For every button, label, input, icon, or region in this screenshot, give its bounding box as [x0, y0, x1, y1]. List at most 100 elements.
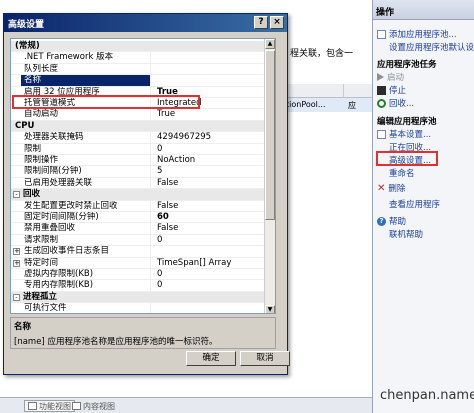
recycle-link[interactable]: 回收... [377, 97, 414, 109]
ok-button[interactable]: 确定 [186, 351, 236, 366]
property-row-name[interactable]: 名称 [11, 75, 275, 87]
property-row-disable-config[interactable]: 发生配置更改时禁止回收 False [11, 200, 275, 212]
background-row-text: tionPool... [286, 100, 326, 109]
property-value: 0 [157, 269, 163, 279]
view-apps-link[interactable]: 查看应用程序 [377, 198, 440, 210]
expand-icon[interactable]: + [13, 259, 20, 267]
property-value: 5 [157, 166, 163, 177]
content-view-button[interactable]: 内容视图 [72, 400, 115, 412]
property-row-request-limit[interactable]: 请求限制 0 [11, 234, 275, 247]
property-value: 60 [157, 212, 169, 222]
property-name: .NET Framework 版本 [21, 52, 151, 64]
cancel-button[interactable]: 取消 [240, 351, 290, 366]
dialog-help-button[interactable]: ? [254, 16, 268, 29]
scroll-up-icon[interactable]: ▲ [265, 39, 275, 49]
start-label: 启动 [387, 73, 405, 83]
property-name: 名称 [21, 75, 151, 87]
start-link[interactable]: 启动 [377, 71, 404, 83]
basic-settings-icon [377, 129, 386, 139]
category-process-label: 进程孤立 [23, 291, 58, 302]
property-value: False [157, 177, 179, 188]
category-recycle-label: 回收 [23, 189, 41, 200]
property-name: 限制 [21, 143, 151, 155]
advanced-settings-highlight [376, 151, 438, 166]
description-title: 名称 [14, 322, 32, 332]
dialog-titlebar: 高级设置 ? × [4, 14, 287, 32]
background-row-cell: 应 [348, 101, 356, 110]
property-value [153, 303, 275, 313]
start-icon [377, 73, 384, 81]
property-row-disable-overlap[interactable]: 禁用重叠回收 False [11, 223, 275, 235]
rename-link[interactable]: 重命名 [377, 167, 415, 179]
set-defaults-link[interactable]: 设置应用程序池默认设置... [377, 41, 474, 53]
property-row-queue[interactable]: 队列长度 [11, 63, 275, 76]
expand-icon[interactable]: + [13, 248, 20, 256]
stop-icon [377, 85, 386, 95]
collapse-icon[interactable]: - [13, 293, 20, 301]
enable32-highlight [12, 95, 200, 109]
property-value: 0 [157, 143, 163, 154]
category-process[interactable]: - 进程孤立 [11, 291, 275, 304]
online-help-label: 联机帮助 [389, 230, 424, 240]
property-row-limit-action[interactable]: 限制操作 NoAction [11, 155, 275, 167]
scroll-thumb[interactable] [265, 50, 275, 220]
pool-tasks-section: 应用程序池任务 [377, 60, 437, 70]
property-name: 自动启动 [21, 109, 151, 121]
add-pool-icon [377, 29, 386, 39]
property-row-private-limit[interactable]: 专用内存限制(KB) 0 [11, 280, 275, 292]
description-panel: 名称 [name] 应用程序池名称是应用程序池的唯一标识符。 [10, 317, 276, 349]
background-description-text: 程关联，包含一 [290, 49, 354, 59]
stop-link[interactable]: 停止 [377, 84, 406, 96]
property-row-limit[interactable]: 限制 0 [11, 143, 275, 155]
add-pool-label: 添加应用程序池... [389, 30, 457, 40]
property-name: 可执行文件 [21, 303, 151, 313]
delete-label: 删除 [388, 184, 406, 194]
stop-label: 停止 [389, 86, 407, 96]
property-value: False [157, 200, 179, 211]
property-row-specific-time[interactable]: + 特定时间 TimeSpan[] Array [11, 257, 275, 269]
property-value: 0 [157, 280, 163, 291]
property-row-limit-interval[interactable]: 限制间隔(分钟) 5 [11, 166, 275, 178]
property-row-autostart[interactable]: 自动启动 True [11, 109, 275, 121]
watermark: chenpan.name [380, 388, 474, 403]
property-value [153, 64, 275, 75]
property-name: 生成回收事件日志条目 [21, 246, 151, 258]
property-name: 处理器关联掩码 [21, 132, 151, 144]
property-value: 4294967295 [157, 132, 212, 143]
set-defaults-label: 设置应用程序池默认设置... [389, 43, 474, 53]
advanced-settings-dialog: 高级设置 ? × (常规) .NET Framework 版本 队列长度 名称 … [3, 13, 290, 375]
category-recycle[interactable]: - 回收 [11, 189, 275, 201]
online-help-link[interactable]: 联机帮助 [377, 228, 423, 240]
delete-link[interactable]: ✕ 删除 [377, 182, 405, 194]
add-pool-link[interactable]: 添加应用程序池... [377, 28, 457, 40]
basic-settings-link[interactable]: 基本设置... [377, 128, 431, 140]
property-row-vm-limit[interactable]: 虚拟内存限制(KB) 0 [11, 269, 275, 281]
property-grid-scrollbar[interactable]: ▲ ▼ [264, 39, 275, 313]
feature-view-button[interactable]: 功能视图 [24, 400, 75, 412]
property-name: 请求限制 [21, 234, 151, 246]
property-name: 限制间隔(分钟) [21, 166, 151, 178]
property-value: False [157, 223, 179, 234]
recycle-icon [377, 98, 386, 108]
property-row-executable[interactable]: 可执行文件 [11, 303, 275, 313]
property-row-fixed-interval[interactable]: 固定时间间隔(分钟) 60 [11, 212, 275, 224]
recycle-label: 回收... [389, 99, 415, 109]
property-row-clr[interactable]: .NET Framework 版本 [11, 52, 275, 64]
description-text: [name] 应用程序池名称是应用程序池的唯一标识符。 [14, 337, 218, 347]
property-row-affinity-enabled[interactable]: 已启用处理器关联 False [11, 177, 275, 190]
category-general[interactable]: (常规) [11, 41, 275, 53]
property-grid: (常规) .NET Framework 版本 队列长度 名称 启用 32 位应用… [10, 38, 276, 314]
feature-view-label: 功能视图 [39, 401, 71, 411]
property-row-log-events[interactable]: + 生成回收事件日志条目 [11, 246, 275, 258]
help-link[interactable]: ? 帮助 [377, 215, 406, 227]
property-name: 特定时间 [21, 257, 151, 269]
property-value [153, 246, 275, 257]
property-name: 已启用处理器关联 [21, 177, 151, 189]
scroll-down-icon[interactable]: ▼ [265, 305, 275, 313]
category-cpu-label: CPU [15, 120, 35, 131]
collapse-icon[interactable]: - [13, 191, 20, 199]
category-cpu[interactable]: CPU [11, 120, 275, 133]
content-view-icon [72, 402, 81, 410]
property-row-affinity[interactable]: 处理器关联掩码 4294967295 [11, 132, 275, 144]
dialog-close-button[interactable]: × [270, 16, 284, 29]
